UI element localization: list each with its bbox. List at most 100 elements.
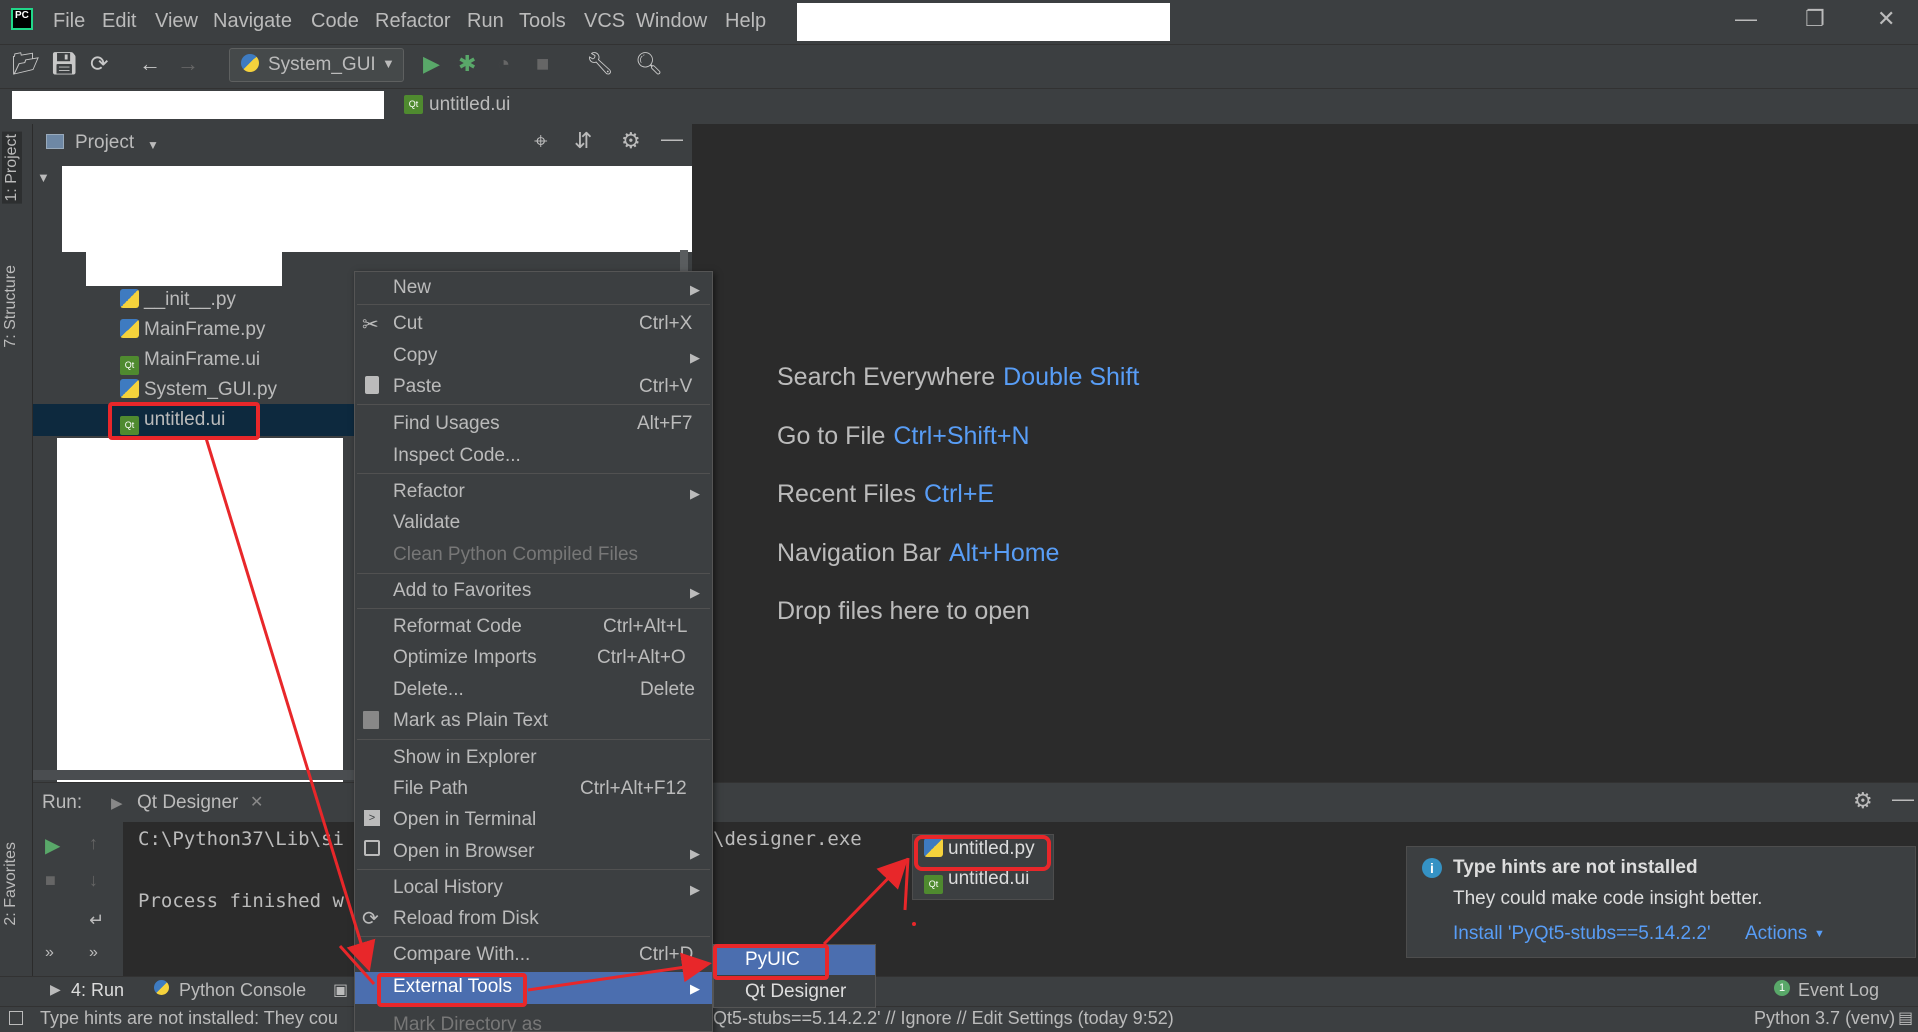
- hint-search-everywhere: Search Everywhere Double Shift: [777, 363, 1140, 391]
- menu-mark-directory[interactable]: Mark Directory as: [393, 1014, 542, 1032]
- menu-open-browser[interactable]: Open in Browser: [393, 841, 535, 863]
- close-button[interactable]: ✕: [1877, 6, 1895, 32]
- menu-file-path[interactable]: File Path: [393, 778, 468, 800]
- save-icon[interactable]: 💾︎: [50, 52, 78, 76]
- run-tab-qt-designer[interactable]: Qt Designer: [137, 792, 238, 814]
- menu-edit[interactable]: Edit: [102, 10, 136, 33]
- more-icon[interactable]: »: [45, 944, 54, 962]
- terminal-icon[interactable]: ▣: [333, 980, 348, 1000]
- install-stubs-link[interactable]: Install 'PyQt5-stubs==5.14.2.2': [1453, 923, 1711, 945]
- more-icon[interactable]: »: [89, 944, 98, 962]
- generated-ui-file[interactable]: Qt untitled.ui: [924, 868, 1029, 894]
- menu-separator: [357, 869, 710, 870]
- menu-find-usages[interactable]: Find Usages: [393, 413, 500, 435]
- rerun-icon[interactable]: ▶: [45, 833, 60, 858]
- submenu-arrow-icon: ▶: [690, 282, 700, 297]
- close-tab-icon[interactable]: ✕: [250, 792, 263, 812]
- hide-icon[interactable]: —: [1892, 786, 1914, 812]
- forward-icon[interactable]: →: [177, 52, 199, 76]
- menu-help[interactable]: Help: [725, 10, 766, 33]
- project-title[interactable]: Project: [75, 132, 134, 154]
- status-toggle-icon[interactable]: [9, 1011, 23, 1025]
- tab-structure[interactable]: 7: Structure: [2, 265, 20, 348]
- highlight-pyuic: [713, 944, 829, 980]
- tab-python-console[interactable]: Python Console: [179, 980, 306, 1001]
- wrap-icon[interactable]: ↵: [89, 910, 104, 931]
- stop-icon[interactable]: ■: [45, 870, 56, 891]
- expand-arrow-icon[interactable]: ▼: [37, 170, 50, 185]
- menu-view[interactable]: View: [155, 10, 198, 33]
- menu-code[interactable]: Code: [311, 10, 359, 33]
- tab-run[interactable]: 4: Run: [71, 980, 124, 1001]
- redacted-path: [12, 91, 384, 119]
- menu-mark-plain-text[interactable]: Mark as Plain Text: [393, 710, 548, 732]
- gear-icon[interactable]: ⚙: [1853, 788, 1873, 814]
- status-message[interactable]: Type hints are not installed: They cou: [40, 1008, 338, 1029]
- menu-window[interactable]: Window: [636, 10, 707, 33]
- open-folder-icon[interactable]: 📂︎: [12, 52, 40, 76]
- gear-icon[interactable]: ⚙: [621, 128, 641, 154]
- menu-reload-disk[interactable]: Reload from Disk: [393, 908, 539, 930]
- menu-vcs[interactable]: VCS: [584, 10, 625, 33]
- menu-paste[interactable]: Paste: [393, 376, 442, 398]
- stop-icon[interactable]: ■: [536, 52, 549, 76]
- menu-open-terminal[interactable]: Open in Terminal: [393, 809, 536, 831]
- menu-refactor[interactable]: Refactor: [393, 481, 465, 503]
- submenu-arrow-icon: ▶: [690, 585, 700, 600]
- menu-validate[interactable]: Validate: [393, 512, 460, 534]
- console-line-2: Process finished w: [138, 890, 344, 912]
- menu-delete[interactable]: Delete...: [393, 679, 464, 701]
- menu-add-favorites[interactable]: Add to Favorites: [393, 580, 531, 602]
- debug-icon[interactable]: ✱: [458, 52, 476, 76]
- actions-link[interactable]: Actions: [1745, 923, 1807, 945]
- redacted-title: [797, 3, 1170, 41]
- tab-project[interactable]: 1: Project: [2, 132, 22, 204]
- hint-recent-files: Recent Files Ctrl+E: [777, 480, 995, 508]
- locate-icon[interactable]: ⌖: [534, 128, 548, 156]
- menu-tools[interactable]: Tools: [519, 10, 566, 33]
- status-message-tail: Qt5-stubs==5.14.2.2' // Ignore // Edit S…: [713, 1008, 1174, 1028]
- chevron-down-icon: ▼: [1814, 928, 1825, 940]
- back-icon[interactable]: ←: [139, 52, 161, 76]
- notification-body: They could make code insight better.: [1453, 888, 1763, 909]
- menu-refactor[interactable]: Refactor: [375, 10, 451, 33]
- menu-copy[interactable]: Copy: [393, 345, 437, 367]
- hide-icon[interactable]: —: [661, 126, 683, 152]
- tab-event-log[interactable]: Event Log: [1798, 980, 1879, 1001]
- up-arrow-icon[interactable]: ↑: [89, 833, 98, 854]
- menu-compare-with[interactable]: Compare With...: [393, 944, 530, 966]
- menu-local-history[interactable]: Local History: [393, 877, 503, 899]
- menu-reformat-code[interactable]: Reformat Code: [393, 616, 522, 638]
- menu-show-explorer[interactable]: Show in Explorer: [393, 747, 537, 769]
- menu-navigate[interactable]: Navigate: [213, 10, 292, 33]
- qt-file-icon: Qt: [120, 356, 139, 375]
- run-tab-icon: ▶: [111, 795, 123, 812]
- run-icon[interactable]: ▶: [423, 52, 440, 76]
- tree-item-mainframe-ui[interactable]: Qt MainFrame.ui: [120, 346, 260, 375]
- menu-optimize-imports[interactable]: Optimize Imports: [393, 647, 537, 669]
- lock-icon: ▤: [1898, 1010, 1914, 1027]
- tree-item-mainframe-py[interactable]: MainFrame.py: [120, 316, 265, 344]
- tab-favorites[interactable]: 2: Favorites: [2, 842, 20, 926]
- interpreter-status[interactable]: Python 3.7 (venv): [1754, 1008, 1895, 1029]
- menu-run[interactable]: Run: [467, 10, 504, 33]
- wrench-icon[interactable]: 🔧︎: [586, 52, 614, 76]
- sync-icon[interactable]: ⟳: [90, 52, 108, 76]
- menu-cut[interactable]: Cut: [393, 313, 423, 335]
- collapse-icon[interactable]: ⇵: [574, 128, 592, 154]
- menu-inspect-code[interactable]: Inspect Code...: [393, 445, 521, 467]
- tree-item-init[interactable]: __init__.py: [120, 286, 236, 314]
- down-arrow-icon[interactable]: ↓: [89, 870, 98, 891]
- restore-button[interactable]: ❐: [1805, 6, 1825, 32]
- menu-file[interactable]: File: [53, 10, 85, 33]
- coverage-icon[interactable]: ◔: [497, 52, 510, 76]
- tree-item-system-gui[interactable]: System_GUI.py: [120, 376, 277, 404]
- search-icon[interactable]: 🔍︎: [635, 52, 663, 76]
- menu-new[interactable]: New: [393, 277, 431, 299]
- breadcrumb-file[interactable]: untitled.ui: [429, 94, 510, 116]
- plain-text-icon: [363, 711, 379, 729]
- submenu-arrow-icon: ▶: [690, 882, 700, 897]
- minimize-button[interactable]: —: [1735, 6, 1757, 32]
- submenu-qt-designer[interactable]: Qt Designer: [745, 981, 846, 1003]
- chevron-down-icon[interactable]: ▼: [147, 138, 159, 152]
